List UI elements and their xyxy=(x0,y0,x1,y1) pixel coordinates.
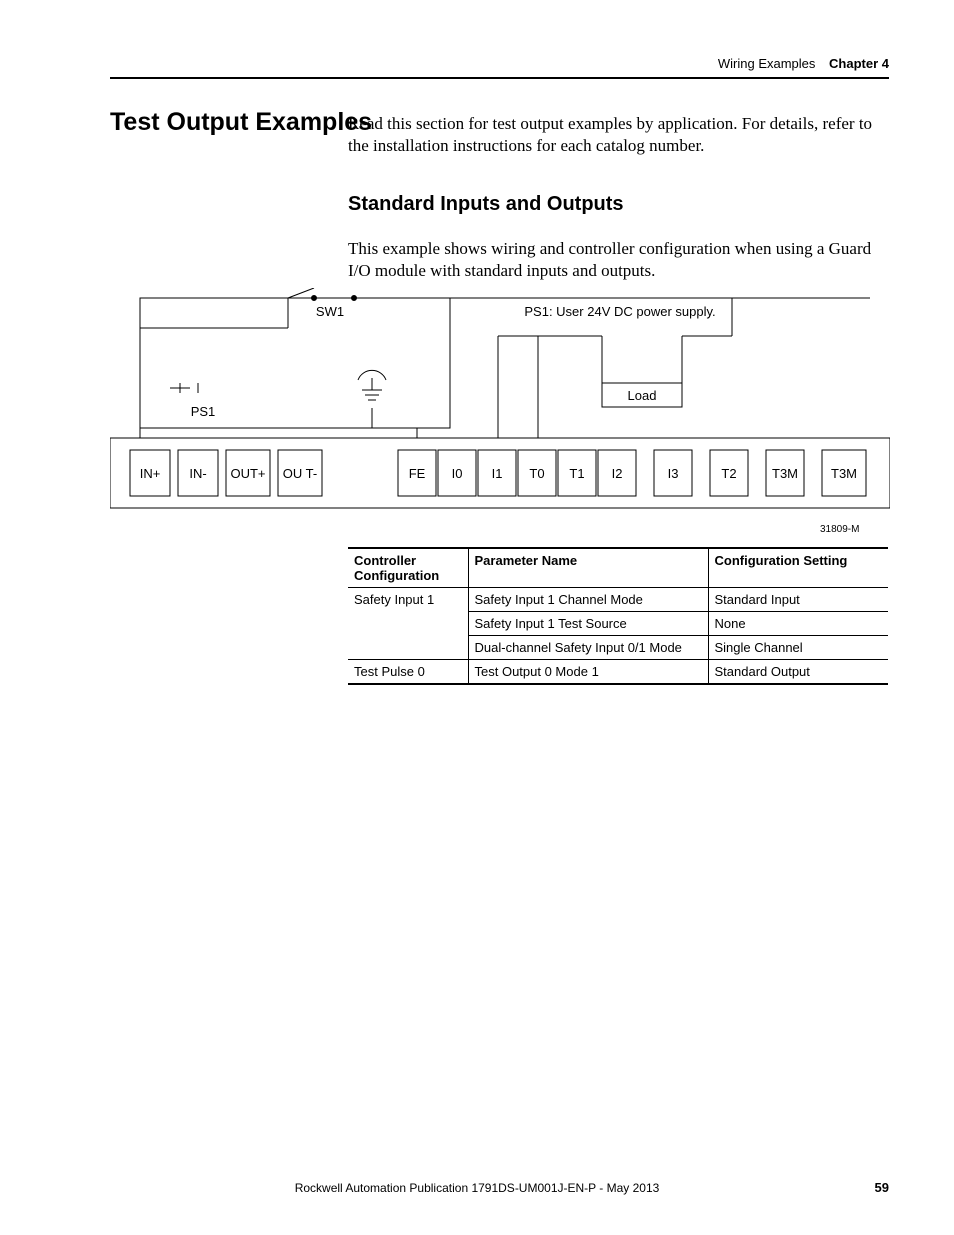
cell-config-setting: None xyxy=(708,612,888,636)
cell-parameter-name: Dual-channel Safety Input 0/1 Mode xyxy=(468,636,708,660)
terminal-label: I2 xyxy=(612,466,623,481)
subsection-heading: Standard Inputs and Outputs xyxy=(348,193,624,216)
terminal-label: OU T- xyxy=(283,466,317,481)
sw1-label: SW1 xyxy=(316,304,344,319)
subsection-paragraph: This example shows wiring and controller… xyxy=(348,238,889,282)
config-table: Controller Configuration Parameter Name … xyxy=(348,547,888,685)
page-number: 59 xyxy=(875,1180,889,1195)
intro-paragraph: Read this section for test output exampl… xyxy=(348,113,889,157)
terminal-label: I3 xyxy=(668,466,679,481)
footer-publication: Rockwell Automation Publication 1791DS-U… xyxy=(0,1181,954,1195)
cell-parameter-name: Safety Input 1 Channel Mode xyxy=(468,588,708,612)
cell-config-setting: Standard Input xyxy=(708,588,888,612)
terminal-label: IN+ xyxy=(140,466,161,481)
ps1-symbol: PS1 xyxy=(170,383,215,419)
terminal-label: I1 xyxy=(492,466,503,481)
th-controller-config: Controller Configuration xyxy=(348,548,468,588)
cell-parameter-name: Safety Input 1 Test Source xyxy=(468,612,708,636)
running-header: Wiring Examples Chapter 4 xyxy=(110,56,889,71)
terminal-label: IN- xyxy=(189,466,206,481)
terminal-label: OUT+ xyxy=(230,466,265,481)
page: Wiring Examples Chapter 4 Test Output Ex… xyxy=(0,0,954,1235)
cell-controller-config: Safety Input 1 xyxy=(348,588,468,660)
figure-id: 31809-M xyxy=(820,524,859,535)
page-header: Wiring Examples Chapter 4 xyxy=(110,56,889,79)
terminal-label: FE xyxy=(409,466,426,481)
cell-controller-config: Test Pulse 0 xyxy=(348,660,468,685)
chapter-label: Chapter 4 xyxy=(829,56,889,71)
cell-config-setting: Single Channel xyxy=(708,636,888,660)
terminal-label: T0 xyxy=(529,466,544,481)
terminal-label: T3M xyxy=(831,466,857,481)
cell-config-setting: Standard Output xyxy=(708,660,888,685)
table-header-row: Controller Configuration Parameter Name … xyxy=(348,548,888,588)
table-row: Safety Input 1 Safety Input 1 Channel Mo… xyxy=(348,588,888,612)
terminal-label: T3M xyxy=(772,466,798,481)
terminal-label: T2 xyxy=(721,466,736,481)
header-rule xyxy=(110,77,889,79)
terminal-label: T1 xyxy=(569,466,584,481)
ps1-note: PS1: User 24V DC power supply. xyxy=(524,304,715,319)
th-parameter-name: Parameter Name xyxy=(468,548,708,588)
running-title: Wiring Examples xyxy=(718,56,816,71)
th-config-setting: Configuration Setting xyxy=(708,548,888,588)
table-row: Test Pulse 0 Test Output 0 Mode 1 Standa… xyxy=(348,660,888,685)
ps1-label: PS1 xyxy=(191,404,216,419)
cell-parameter-name: Test Output 0 Mode 1 xyxy=(468,660,708,685)
section-heading: Test Output Examples xyxy=(110,108,372,137)
terminal-label: I0 xyxy=(452,466,463,481)
load-label: Load xyxy=(628,388,657,403)
wiring-diagram: SW1 PS1 PS1: User 24V DC power supply. xyxy=(110,288,890,518)
